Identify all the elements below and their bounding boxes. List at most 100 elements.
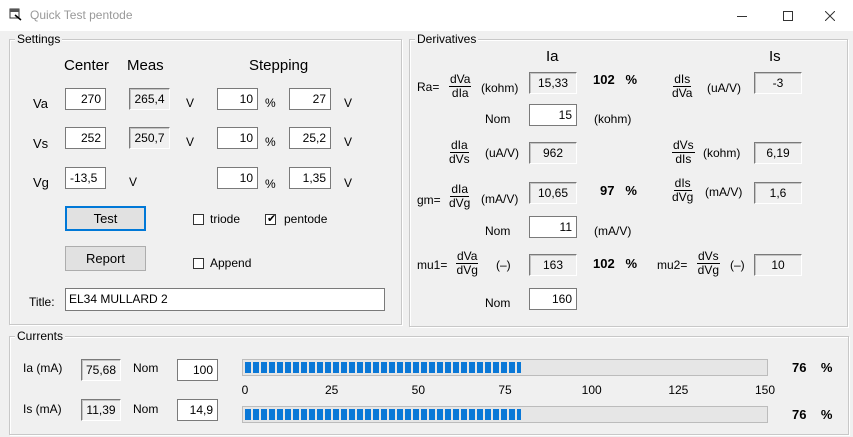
title-input[interactable]: EL34 MULLARD 2 (65, 288, 385, 311)
header-center: Center (64, 57, 110, 74)
pentode-checkbox-box[interactable]: ✔ (265, 213, 276, 225)
triode-checkbox[interactable]: triode (193, 212, 273, 227)
is-percent-sign: % (820, 407, 833, 422)
gm-numerator: dIa (450, 182, 470, 197)
header-ia: Ia (546, 48, 559, 65)
settings-group-label: Settings (15, 32, 63, 46)
vs-step-val-input[interactable]: 25,2 (289, 127, 331, 149)
mu1-value: 163 (529, 254, 577, 276)
vg-step-val-input[interactable]: 1,35 (289, 167, 331, 189)
test-button[interactable]: Test (65, 206, 146, 231)
gm-fraction: dIa dVg (449, 183, 470, 210)
derivatives-group-label: Derivatives (415, 32, 479, 46)
mu1-nom-input[interactable]: 160 (529, 288, 577, 310)
header-meas: Meas (127, 57, 164, 74)
report-button[interactable]: Report (65, 246, 146, 271)
pentode-checkbox[interactable]: ✔ pentode (265, 212, 345, 227)
ra-percent-sign: % (625, 72, 638, 87)
ra-numerator: dVa (449, 72, 472, 87)
vs-meas-value: 250,7 (129, 127, 170, 149)
dvs-dis-denominator: dIs (675, 152, 692, 166)
scale-tick-label: 150 (754, 383, 776, 397)
is-progress-fill (245, 409, 521, 420)
mu2-value: 10 (754, 254, 802, 276)
minimize-icon (737, 15, 747, 17)
is-percent-value: 76 (792, 407, 807, 422)
dvs-dis-unit: (kohm) (703, 146, 741, 160)
va-center-input[interactable]: 270 (65, 88, 106, 110)
ia-current-value: 75,68 (81, 359, 121, 381)
window-title: Quick Test pentode (30, 8, 133, 22)
vs-unit: V (186, 135, 195, 149)
va-meas-value: 265,4 (129, 88, 170, 110)
scale-tick-label: 100 (581, 383, 602, 397)
dvs-dis-numerator: dVs (672, 138, 695, 153)
vs-label: Vs (33, 136, 49, 151)
is-current-value: 11,39 (81, 399, 121, 421)
dia-dvs-denominator: dVs (449, 152, 470, 166)
vg-center-input[interactable]: -13,5 (65, 167, 106, 189)
vs-center-input[interactable]: 252 (65, 127, 106, 149)
vs-step-pct-input[interactable]: 10 (217, 127, 258, 149)
dia-dvs-fraction: dIa dVs (449, 139, 470, 166)
mu1-percent-value: 102 (593, 256, 615, 271)
mu1-numerator: dVa (456, 249, 479, 264)
vg-pct-sign: % (265, 177, 276, 191)
ra-unit: (kohm) (481, 81, 519, 95)
app-icon (9, 8, 22, 21)
scale-tick-label: 125 (668, 383, 689, 397)
va-unit: V (186, 96, 195, 110)
header-stepping: Stepping (249, 57, 309, 74)
scale-tick-label: 75 (498, 383, 512, 397)
gm-label: gm= (417, 193, 441, 207)
scale-tick-label: 0 (241, 383, 249, 397)
ra-value: 15,33 (529, 72, 577, 94)
title-bar[interactable]: Quick Test pentode (0, 0, 853, 31)
triode-checkbox-box[interactable] (193, 214, 204, 225)
ia-percent-value: 76 (792, 360, 807, 375)
is-percent: 76 % (792, 407, 832, 422)
dis-dva-numerator: dIs (673, 72, 692, 87)
dis-dva-value: -3 (754, 72, 802, 94)
dis-dvg-numerator: dIs (673, 176, 692, 191)
gm-nom-input[interactable]: 11 (529, 216, 577, 238)
vs-step-unit: V (344, 135, 353, 149)
ra-label: Ra= (417, 80, 440, 94)
vg-step-unit: V (344, 176, 353, 190)
ia-percent-sign: % (820, 360, 833, 375)
vg-label: Vg (33, 175, 49, 190)
ia-current-label: Ia (mA) (23, 361, 63, 375)
mu2-fraction: dVs dVg (697, 250, 720, 277)
append-checkbox[interactable]: Append (193, 256, 273, 271)
ia-nom-label: Nom (133, 361, 159, 375)
triode-label: triode (210, 212, 241, 226)
dis-dvg-fraction: dIs dVg (672, 177, 693, 204)
ia-progress-fill (245, 362, 521, 373)
mu2-label: mu2= (657, 258, 688, 272)
mu1-nom-label: Nom (485, 296, 511, 310)
gm-unit: (mA/V) (481, 192, 519, 206)
dis-dvg-unit: (mA/V) (705, 185, 743, 199)
ia-nom-input[interactable]: 100 (177, 359, 218, 381)
va-pct-sign: % (265, 96, 276, 110)
pentode-label: pentode (284, 212, 328, 226)
va-step-pct-input[interactable]: 10 (217, 88, 258, 110)
dvs-dis-fraction: dVs dIs (672, 139, 695, 166)
is-current-label: Is (mA) (23, 402, 62, 416)
is-progress-bar (242, 406, 768, 423)
minimize-button[interactable] (719, 0, 765, 31)
dia-dvs-numerator: dIa (450, 138, 469, 153)
maximize-button[interactable] (765, 0, 811, 31)
ra-nom-unit: (kohm) (594, 112, 632, 126)
is-nom-input[interactable]: 14,9 (177, 399, 218, 421)
close-button[interactable] (807, 0, 853, 31)
maximize-icon (783, 10, 793, 21)
append-checkbox-box[interactable] (193, 258, 204, 269)
is-nom-label: Nom (133, 402, 159, 416)
title-label: Title: (29, 295, 55, 309)
ra-nom-input[interactable]: 15 (529, 104, 577, 126)
vg-step-pct-input[interactable]: 10 (217, 167, 258, 189)
mu1-fraction: dVa dVg (456, 249, 479, 277)
va-step-val-input[interactable]: 27 (289, 88, 331, 110)
dis-dva-unit: (uA/V) (707, 81, 742, 95)
